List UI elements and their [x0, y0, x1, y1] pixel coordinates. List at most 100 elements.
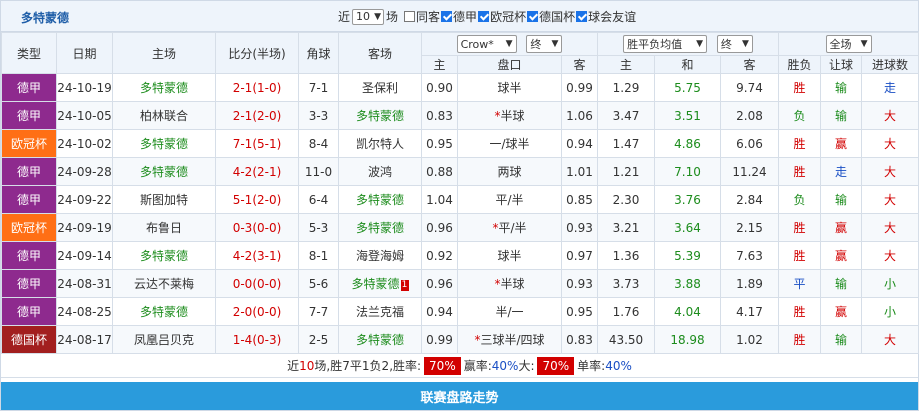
odds-type-select[interactable]: 胜平负均值 ▼	[623, 35, 708, 53]
odds-home: 3.73	[597, 269, 655, 298]
handicap-away-odds: 1.01	[561, 157, 598, 186]
filter-option[interactable]: 德国杯	[526, 8, 575, 25]
handicap-away-odds: 0.85	[561, 185, 598, 214]
odds-home: 3.47	[597, 101, 655, 130]
col-type: 类型	[1, 32, 57, 74]
full-score: 0-0	[232, 276, 253, 291]
away-team[interactable]: 凯尔特人	[338, 129, 422, 158]
away-team[interactable]: 多特蒙德	[338, 185, 422, 214]
away-team[interactable]: 法兰克福	[338, 297, 422, 326]
filter-checkboxes: 同客 德甲 欧冠杯 德国杯 球会友谊	[400, 8, 636, 25]
score-cell[interactable]: 0-3(0-0)	[215, 213, 299, 242]
match-date: 24-09-28	[56, 157, 113, 186]
full-score: 4-2	[232, 164, 253, 179]
odds-period-select[interactable]: 终 ▼	[716, 35, 753, 53]
table-row[interactable]: 德甲 24-09-22 斯图加特 5-1(2-0) 6-4 多特蒙德 1.04 平/半 0.85…	[1, 185, 919, 214]
games-count-select[interactable]: 10 ▼	[352, 8, 385, 25]
handicap-period-select[interactable]: 终 ▼	[526, 35, 563, 53]
handicap-home-odds: 0.95	[421, 129, 458, 158]
goals-result: 大	[860, 213, 919, 242]
handicap-line-text: 一/球半	[489, 137, 530, 151]
score-cell[interactable]: 0-0(0-0)	[215, 269, 299, 298]
odds-away: 6.06	[720, 129, 779, 158]
corner-count: 11-0	[298, 157, 339, 186]
checkbox[interactable]	[478, 11, 490, 22]
odds-home: 1.21	[597, 157, 655, 186]
table-row[interactable]: 德甲 24-10-19 多特蒙德 2-1(1-0) 7-1 圣保利 0.90 球半 0.99 1.…	[1, 73, 919, 102]
table-row[interactable]: 欧冠杯 24-10-02 多特蒙德 7-1(5-1) 8-4 凯尔特人 0.95 一/球半 0.…	[1, 129, 919, 158]
league-trend-button[interactable]: 联赛盘路走势	[1, 382, 918, 410]
away-team[interactable]: 圣保利	[338, 73, 422, 102]
home-team[interactable]: 多特蒙德	[112, 297, 216, 326]
col-away: 客场	[338, 32, 422, 74]
score-cell[interactable]: 2-0(0-0)	[215, 297, 299, 326]
score-cell[interactable]: 2-1(2-0)	[215, 101, 299, 130]
score-cell[interactable]: 2-1(1-0)	[215, 73, 299, 102]
home-team[interactable]: 柏林联合	[112, 101, 216, 130]
filter-option[interactable]: 同客	[403, 8, 440, 25]
table-row[interactable]: 德甲 24-08-31 云达不莱梅 0-0(0-0) 5-6 多特蒙德 1 0.96 *半球 0.…	[1, 269, 919, 298]
home-team[interactable]: 多特蒙德	[112, 73, 216, 102]
win-rate-badge: 70%	[424, 356, 461, 375]
filter-option[interactable]: 球会友谊	[575, 8, 636, 25]
chevron-down-icon: ▼	[374, 11, 382, 22]
home-team[interactable]: 斯图加特	[112, 185, 216, 214]
handicap-result: 输	[820, 101, 862, 130]
checkbox[interactable]	[404, 11, 416, 22]
odds-period-value: 终	[720, 38, 732, 51]
table-row[interactable]: 欧冠杯 24-09-19 布鲁日 0-3(0-0) 5-3 多特蒙德 0.96 *平/半 0.9…	[1, 213, 919, 242]
corner-count: 3-3	[298, 101, 339, 130]
handicap-result: 输	[820, 325, 862, 354]
result: 胜	[778, 129, 821, 158]
home-team[interactable]: 布鲁日	[112, 213, 216, 242]
table-row[interactable]: 德甲 24-10-05 柏林联合 2-1(2-0) 3-3 多特蒙德 0.83 *半球 1.06…	[1, 101, 919, 130]
score-cell[interactable]: 1-4(0-3)	[215, 325, 299, 354]
filter-option[interactable]: 德甲	[440, 8, 477, 25]
away-team[interactable]: 多特蒙德	[338, 101, 422, 130]
goals-result: 大	[860, 157, 919, 186]
away-team[interactable]: 多特蒙德	[338, 325, 422, 354]
full-score: 7-1	[232, 136, 253, 151]
checkbox[interactable]	[527, 11, 539, 22]
home-team[interactable]: 云达不莱梅	[112, 269, 216, 298]
checkbox[interactable]	[576, 11, 588, 22]
score-cell[interactable]: 4-2(3-1)	[215, 241, 299, 270]
handicap-home-odds: 1.04	[421, 185, 458, 214]
odds-draw: 5.39	[654, 241, 721, 270]
home-team[interactable]: 多特蒙德	[112, 129, 216, 158]
corner-count: 7-7	[298, 297, 339, 326]
handicap-line: 两球	[457, 157, 562, 186]
away-team[interactable]: 波鸿	[338, 157, 422, 186]
bookmaker-select[interactable]: Crow* ▼	[456, 35, 517, 53]
matches-body: 德甲 24-10-19 多特蒙德 2-1(1-0) 7-1 圣保利 0.90 球半 0.99 1.…	[1, 73, 919, 354]
table-row[interactable]: 德甲 24-09-28 多特蒙德 4-2(2-1) 11-0 波鸿 0.88 两球 1.01 1.…	[1, 157, 919, 186]
sub-away-odds: 客	[561, 55, 598, 74]
home-team[interactable]: 多特蒙德	[112, 241, 216, 270]
table-row[interactable]: 德国杯 24-08-17 凤凰吕贝克 1-4(0-3) 2-5 多特蒙德 0.99 *三球半/…	[1, 325, 919, 354]
away-team[interactable]: 海登海姆	[338, 241, 422, 270]
score-cell[interactable]: 4-2(2-1)	[215, 157, 299, 186]
recent-matches-panel: 多特蒙德 近 10 ▼ 场 同客 德甲 欧冠杯 德国杯 球会友谊 类型 日期 主场 比分(…	[0, 0, 919, 411]
table-row[interactable]: 德甲 24-08-25 多特蒙德 2-0(0-0) 7-7 法兰克福 0.94 半/一 0.95…	[1, 297, 919, 326]
handicap-result: 赢	[820, 213, 862, 242]
handicap-result: 走	[820, 157, 862, 186]
home-team[interactable]: 凤凰吕贝克	[112, 325, 216, 354]
away-team[interactable]: 多特蒙德 1	[338, 269, 422, 298]
score-cell[interactable]: 7-1(5-1)	[215, 129, 299, 158]
half-score: (2-0)	[252, 108, 282, 123]
goals-result: 大	[860, 241, 919, 270]
home-team[interactable]: 多特蒙德	[112, 157, 216, 186]
scope-select[interactable]: 全场 ▼	[825, 35, 872, 53]
odds-away: 4.17	[720, 297, 779, 326]
filter-option[interactable]: 欧冠杯	[477, 8, 526, 25]
half-score: (0-0)	[252, 304, 282, 319]
checkbox[interactable]	[441, 11, 453, 22]
handicap-header: Crow* ▼ 终 ▼	[421, 32, 598, 56]
result: 胜	[778, 73, 821, 102]
odds-away: 1.89	[720, 269, 779, 298]
score-cell[interactable]: 5-1(2-0)	[215, 185, 299, 214]
away-team[interactable]: 多特蒙德	[338, 213, 422, 242]
table-row[interactable]: 德甲 24-09-14 多特蒙德 4-2(3-1) 8-1 海登海姆 0.92 球半 0.97 1…	[1, 241, 919, 270]
handicap-line: *三球半/四球	[457, 325, 562, 354]
summary-line: 近 10 场,胜 7 平 1 负 2 ,胜率: 70% 赢率: 40% 大: 70% 单率: 40%	[1, 354, 918, 378]
